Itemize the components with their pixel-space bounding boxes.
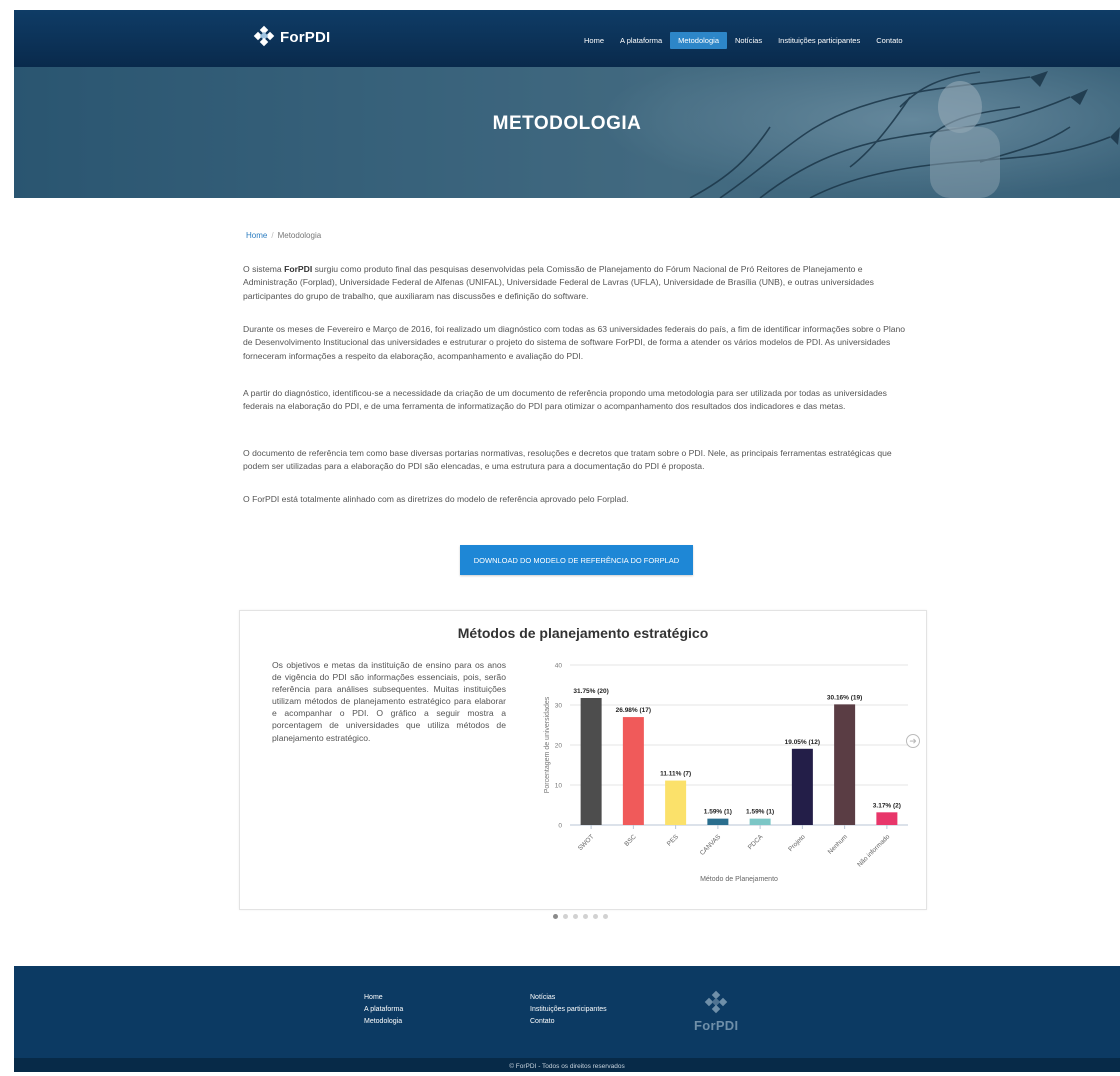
forpdi-logo-icon (253, 25, 275, 47)
footer-link[interactable]: Notícias (530, 993, 607, 1003)
breadcrumb-separator: / (271, 231, 274, 240)
y-tick-label: 30 (555, 703, 563, 710)
y-tick-label: 40 (555, 663, 563, 670)
intro-rest: surgiu como produto final das pesquisas … (243, 264, 874, 301)
y-axis-title: Porcentagem de universidades (544, 696, 551, 793)
x-tick-label: Projeto (787, 833, 807, 853)
footer: Home A plataforma Metodologia Notícias Inst… (14, 966, 1120, 1058)
data-label: 31.75% (20) (573, 688, 608, 695)
x-tick-label: PES (666, 833, 681, 848)
y-tick-label: 10 (555, 783, 563, 790)
nav-item-1[interactable]: A plataforma (612, 32, 670, 49)
alignment-paragraph: O ForPDI está totalmente alinhado com as… (243, 494, 629, 504)
nav-item-4[interactable]: Instituições participantes (770, 32, 868, 49)
x-tick-label: Não informado (856, 833, 891, 868)
nav-item-5[interactable]: Contato (868, 32, 910, 49)
nav-item-2[interactable]: Metodologia (670, 32, 727, 49)
document-paragraph: O documento de referência tem como base … (243, 448, 892, 472)
footer-links-right: Notícias Instituições participantes Contat… (530, 993, 607, 1027)
bar (876, 812, 898, 825)
carousel-dot[interactable] (553, 914, 558, 919)
footer-link[interactable]: Metodologia (364, 1017, 403, 1027)
diagnosis-paragraph: Durante os meses de Fevereiro e Março de… (243, 324, 906, 361)
carousel-dot[interactable] (573, 914, 578, 919)
intro-bold: ForPDI (284, 264, 313, 274)
data-label: 3.17% (2) (873, 802, 901, 809)
download-reference-button[interactable]: DOWNLOAD DO MODELO DE REFERÊNCIA DO FORP… (460, 545, 693, 575)
carousel-slide: Métodos de planejamento estratégico Os o… (239, 610, 927, 910)
footer-brand-name: ForPDI (694, 1018, 739, 1033)
data-label: 1.59% (1) (704, 809, 732, 816)
x-tick-label: SWOT (577, 833, 596, 852)
y-tick-label: 0 (558, 823, 562, 830)
carousel-pagination (553, 914, 608, 919)
carousel-dot[interactable] (593, 914, 598, 919)
reference-paragraph: A partir do diagnóstico, identificou-se … (243, 388, 887, 412)
bar (622, 717, 644, 825)
main-nav: Home A plataforma Metodologia Notícias Insti… (576, 32, 911, 49)
carousel-title: Métodos de planejamento estratégico (457, 625, 709, 641)
footer-link[interactable]: Instituições participantes (530, 1005, 607, 1015)
bar (580, 698, 602, 825)
copyright: © ForPDI - Todos os direitos reservados (14, 1058, 1120, 1072)
carousel-next-icon[interactable]: ➜ (906, 734, 920, 748)
data-label: 19.05% (12) (785, 739, 820, 746)
page-title: METODOLOGIA (492, 113, 642, 134)
x-tick-label: PDCA (747, 833, 765, 851)
bar (791, 748, 813, 825)
bar (749, 818, 771, 825)
carousel-dot[interactable] (583, 914, 588, 919)
methods-bar-chart: 0 10 20 30 40 31.75% (20) SWOT 26.98% (17) BSC 11… (544, 663, 908, 883)
breadcrumb: Home / Metodologia (246, 231, 321, 240)
nav-item-0[interactable]: Home (576, 32, 612, 49)
brand-name: ForPDI (280, 28, 331, 46)
data-label: 30.16% (19) (827, 694, 862, 701)
data-label: 1.59% (1) (746, 809, 774, 816)
footer-logo-icon (704, 990, 728, 1014)
footer-link[interactable]: Contato (530, 1017, 607, 1027)
carousel-dot[interactable] (563, 914, 568, 919)
carousel-description: Os objetivos e metas da instituição de e… (272, 660, 506, 743)
x-tick-label: CANVAS (699, 833, 723, 857)
x-axis-title: Método de Planejamento (700, 876, 778, 883)
breadcrumb-current: Metodologia (277, 231, 322, 240)
data-label: 11.11% (7) (660, 771, 691, 778)
intro-prefix: O sistema (243, 264, 285, 274)
brand-logo[interactable]: ForPDI (253, 25, 331, 47)
y-tick-label: 20 (555, 743, 563, 750)
footer-link[interactable]: Home (364, 993, 403, 1003)
bar (665, 780, 687, 825)
nav-item-3[interactable]: Notícias (727, 32, 770, 49)
navbar: ForPDI Home A plataforma Metodologia Notíci… (14, 10, 1120, 67)
footer-logo: ForPDI (694, 990, 739, 1033)
breadcrumb-home-link[interactable]: Home (246, 231, 267, 240)
x-tick-label: Nenhum (827, 833, 849, 855)
footer-links-left: Home A plataforma Metodologia (364, 993, 403, 1027)
carousel-dot[interactable] (603, 914, 608, 919)
bar (834, 704, 856, 825)
x-tick-label: BSC (623, 833, 638, 848)
hero-banner: METODOLOGIA (14, 67, 1120, 198)
footer-link[interactable]: A plataforma (364, 1005, 403, 1015)
bar (707, 818, 729, 825)
top-margin (0, 0, 1120, 10)
intro-paragraph: O sistema ForPDI surgiu como produto fin… (243, 263, 915, 303)
data-label: 26.98% (17) (616, 707, 651, 714)
